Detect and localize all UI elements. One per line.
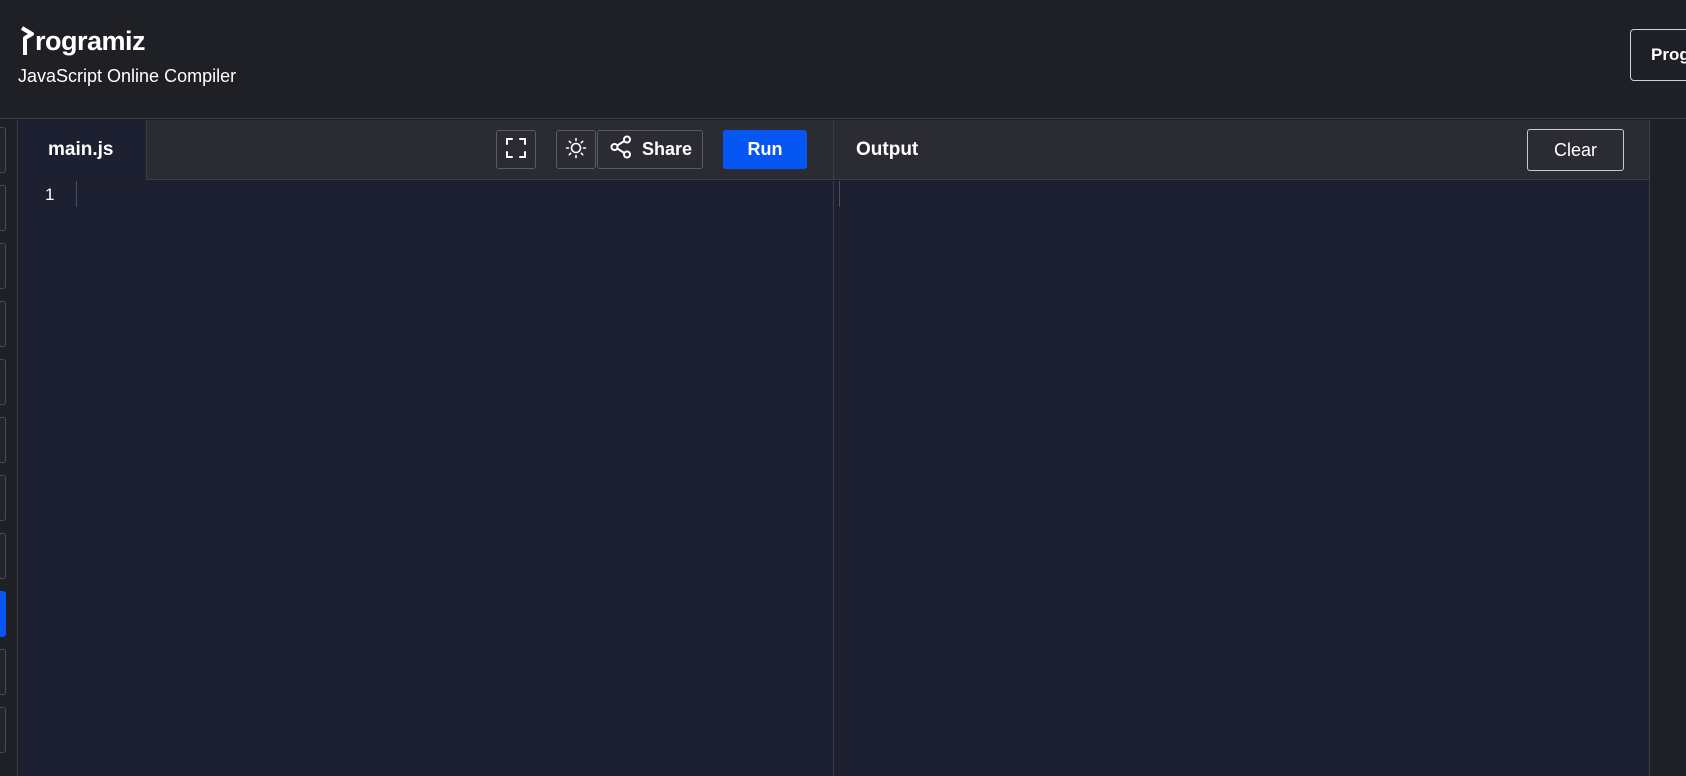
right-margin <box>1649 120 1686 776</box>
output-toolbar: Output Clear <box>833 120 1649 180</box>
fullscreen-icon <box>505 137 527 162</box>
programiz-logo[interactable]: rogramiz <box>20 16 146 56</box>
share-button[interactable]: Share <box>597 130 703 169</box>
language-button[interactable] <box>0 127 6 173</box>
logo-text: rogramiz <box>35 26 146 56</box>
file-tab-main-js[interactable]: main.js <box>19 120 147 180</box>
fullscreen-button[interactable] <box>496 130 536 169</box>
top-header: rogramiz JavaScript Online Compiler Prog <box>0 0 1686 119</box>
share-label: Share <box>642 139 693 159</box>
language-button[interactable] <box>0 243 6 289</box>
language-button[interactable] <box>0 359 6 405</box>
language-button[interactable] <box>0 533 6 579</box>
header-cta-button[interactable]: Prog <box>1630 29 1686 81</box>
text-cursor <box>76 181 77 207</box>
language-sidebar <box>0 120 18 776</box>
language-button[interactable] <box>0 417 6 463</box>
share-icon <box>610 135 632 164</box>
language-button[interactable] <box>0 475 6 521</box>
line-number: 1 <box>45 185 55 204</box>
sun-icon <box>565 137 587 162</box>
programiz-logo-mark-icon <box>20 26 34 56</box>
page-subtitle: JavaScript Online Compiler <box>18 66 237 86</box>
output-cursor <box>839 181 840 207</box>
clear-output-button[interactable]: Clear <box>1527 129 1624 171</box>
editor-toolbar: main.js Share Run <box>19 120 833 180</box>
run-button[interactable]: Run <box>723 130 807 169</box>
language-button[interactable] <box>0 301 6 347</box>
theme-toggle-button[interactable] <box>556 130 596 169</box>
output-panel <box>833 181 1649 776</box>
language-button[interactable] <box>0 185 6 231</box>
output-title: Output <box>856 139 919 160</box>
language-button[interactable] <box>0 707 6 753</box>
language-button-active[interactable] <box>0 591 6 637</box>
language-button[interactable] <box>0 649 6 695</box>
code-editor[interactable]: 1 <box>19 181 833 776</box>
